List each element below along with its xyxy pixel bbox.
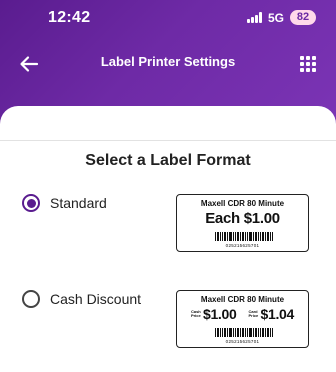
barcode-image — [215, 328, 273, 337]
option-label: Cash Discount — [50, 291, 142, 307]
signal-icon — [247, 12, 262, 23]
preview-upc: 025215625701 — [225, 339, 260, 344]
card-price: $1.04 — [260, 306, 295, 322]
cash-price-label: Cash Price — [190, 308, 201, 318]
settings-sheet: Select a Label Format Standard Maxell CD… — [0, 106, 336, 372]
preview-product-name: Maxell CDR 80 Minute — [200, 199, 285, 208]
preview-upc: 025215625701 — [225, 243, 260, 248]
card-price-label: Card Price — [248, 308, 259, 318]
app-bar: Label Printer Settings — [0, 44, 336, 84]
cash-price: $1.00 — [202, 306, 237, 322]
battery-icon: 82 — [290, 10, 316, 25]
section-title: Select a Label Format — [85, 152, 251, 169]
status-time: 12:42 — [48, 9, 91, 26]
radio-button-selected[interactable] — [22, 194, 40, 212]
label-preview-standard[interactable]: Maxell CDR 80 Minute Each $1.00 02521562… — [176, 194, 309, 252]
preview-price: Each $1.00 — [205, 210, 280, 227]
preview-product-name: Maxell CDR 80 Minute — [200, 295, 285, 304]
barcode-image — [215, 232, 273, 241]
option-cash-discount[interactable]: Cash Discount — [22, 290, 141, 308]
radio-dot — [26, 198, 36, 208]
app-header: 12:42 5G 82 Label Printer Settings — [0, 0, 336, 122]
radio-button-unselected[interactable] — [22, 290, 40, 308]
option-standard[interactable]: Standard — [22, 194, 107, 212]
preview-price-row: Cash Price $1.00 Card Price $1.04 — [177, 306, 308, 322]
page-title: Label Printer Settings — [100, 54, 236, 69]
option-label: Standard — [50, 195, 107, 211]
status-bar: 12:42 5G 82 — [0, 0, 336, 36]
network-label: 5G — [267, 10, 284, 25]
status-indicators: 5G 82 — [247, 10, 316, 25]
divider — [0, 140, 336, 141]
label-preview-cash-discount[interactable]: Maxell CDR 80 Minute Cash Price $1.00 Ca… — [176, 290, 309, 348]
grid-icon[interactable] — [300, 56, 316, 72]
